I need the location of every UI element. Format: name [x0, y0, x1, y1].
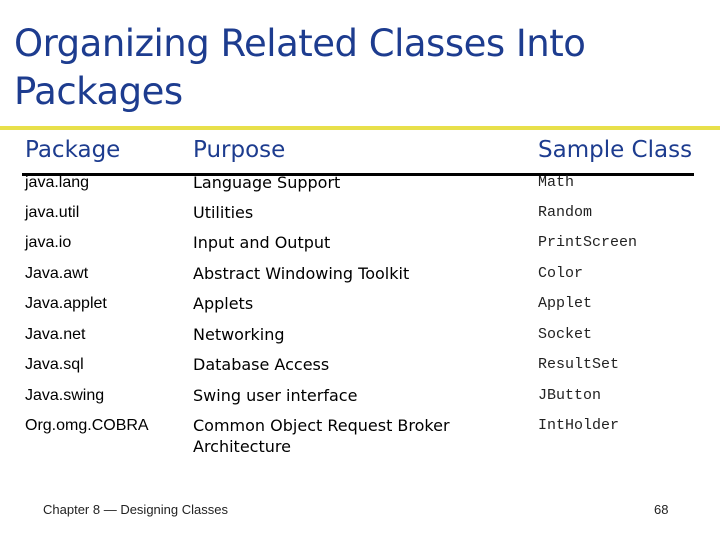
cell-sample-class: ResultSet — [538, 356, 620, 373]
cell-sample-class: Math — [538, 174, 575, 191]
slide-title: Organizing Related Classes Into Packages — [14, 22, 586, 113]
cell-sample-class: JButton — [538, 387, 602, 404]
cell-purpose: Swing user interface — [193, 386, 358, 405]
cell-sample-class: Socket — [538, 326, 593, 343]
header-sample-class: Sample Class — [538, 137, 693, 163]
cell-sample-class: PrintScreen — [538, 234, 638, 251]
cell-package: Java.sql — [25, 356, 84, 373]
header-purpose: Purpose — [193, 137, 286, 163]
cell-purpose: Abstract Windowing Toolkit — [193, 264, 410, 283]
cell-package: java.util — [25, 204, 80, 221]
cell-package: Org.omg.COBRA — [25, 417, 149, 434]
title-divider — [0, 126, 720, 130]
cell-purpose: Applets — [193, 294, 254, 313]
cell-purpose: Input and Output — [193, 233, 331, 252]
cell-sample-class: IntHolder — [538, 417, 620, 434]
header-package: Package — [25, 137, 121, 163]
footer-chapter: Chapter 8 — Designing Classes — [43, 502, 228, 517]
cell-package: Java.net — [25, 326, 86, 343]
cell-package: java.io — [25, 234, 72, 251]
footer-page-number: 68 — [654, 502, 669, 517]
cell-sample-class: Color — [538, 265, 584, 282]
cell-sample-class: Random — [538, 204, 593, 221]
cell-package: Java.swing — [25, 387, 105, 404]
cell-purpose: Common Object Request Broker Architectur… — [193, 416, 450, 456]
cell-purpose: Utilities — [193, 203, 254, 222]
cell-purpose: Database Access — [193, 355, 330, 374]
cell-package: java.lang — [25, 174, 90, 191]
cell-sample-class: Applet — [538, 295, 593, 312]
cell-purpose: Networking — [193, 325, 285, 344]
cell-package: Java.applet — [25, 295, 107, 312]
cell-package: Java.awt — [25, 265, 89, 282]
cell-purpose: Language Support — [193, 173, 341, 192]
